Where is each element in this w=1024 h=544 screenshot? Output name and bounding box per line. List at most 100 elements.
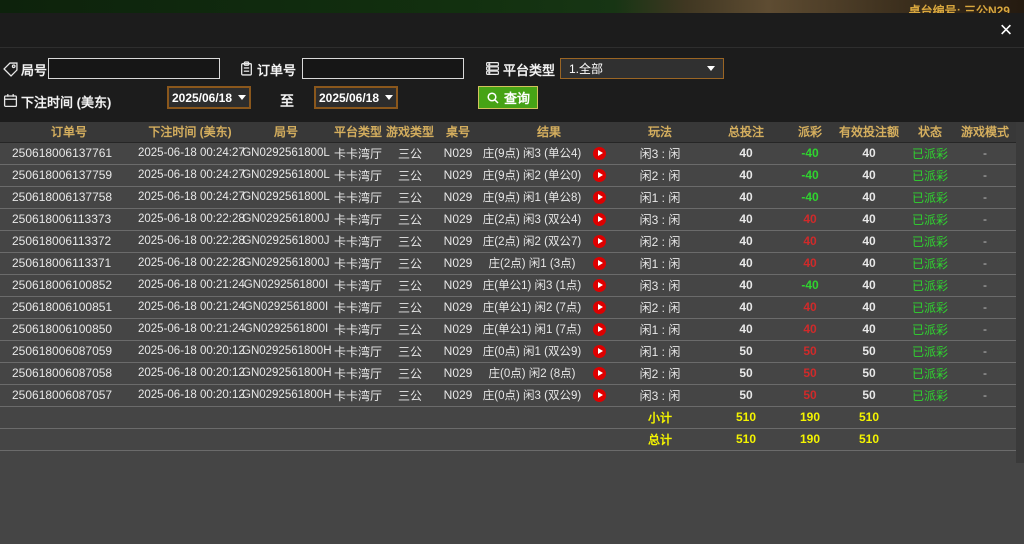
round-number-label: 局号 <box>21 60 47 79</box>
cell-status: 已派彩 <box>906 230 954 252</box>
platform-type-select[interactable]: 1.全部 <box>560 58 724 79</box>
cell-game-type: 三公 <box>386 230 434 252</box>
replay-icon[interactable] <box>593 147 606 160</box>
cell-total-bet: 40 <box>704 318 788 340</box>
cell-valid-bet: 40 <box>832 274 906 296</box>
replay-icon[interactable] <box>593 389 606 402</box>
cell-platform: 卡卡湾厅 <box>330 340 386 362</box>
cell-total-bet: 40 <box>704 230 788 252</box>
cell-game-type: 三公 <box>386 362 434 384</box>
cell-order: 250618006137761 <box>0 142 138 164</box>
tag-icon <box>3 62 18 77</box>
cell-time: 2025-06-18 00:24:27 <box>138 164 242 186</box>
cell-play-type: 闲3 : 闲 <box>616 208 704 230</box>
cell-result: 庄(0点) 闲2 (8点) <box>482 362 582 384</box>
cell-game-type: 三公 <box>386 142 434 164</box>
replay-icon[interactable] <box>593 279 606 292</box>
order-number-input[interactable] <box>302 58 464 79</box>
cell-game-type: 三公 <box>386 208 434 230</box>
total-valid-bet: 510 <box>832 428 906 450</box>
cell-valid-bet: 40 <box>832 208 906 230</box>
status-badge: 已派彩 <box>912 235 948 249</box>
replay-icon[interactable] <box>593 301 606 314</box>
cell-valid-bet: 40 <box>832 296 906 318</box>
cell-game-type: 三公 <box>386 340 434 362</box>
cell-payout: 40 <box>788 230 832 252</box>
date-from-picker[interactable]: 2025/06/18 <box>167 86 251 109</box>
cell-total-bet: 40 <box>704 296 788 318</box>
cell-total-bet: 40 <box>704 186 788 208</box>
status-badge: 已派彩 <box>912 147 948 161</box>
table-row: 250618006100851 2025-06-18 00:21:24 GN02… <box>0 296 1016 318</box>
cell-valid-bet: 40 <box>832 252 906 274</box>
table-row: 250618006137761 2025-06-18 00:24:27 GN02… <box>0 142 1016 164</box>
replay-icon[interactable] <box>593 323 606 336</box>
cell-mode: - <box>954 384 1016 406</box>
cell-game-type: 三公 <box>386 274 434 296</box>
cell-round: GN0292561800J <box>242 208 330 230</box>
total-spacer <box>906 428 1016 450</box>
table-row: 250618006087057 2025-06-18 00:20:12 GN02… <box>0 384 1016 406</box>
cell-time: 2025-06-18 00:20:12 <box>138 362 242 384</box>
cell-platform: 卡卡湾厅 <box>330 252 386 274</box>
replay-icon[interactable] <box>593 191 606 204</box>
cell-platform: 卡卡湾厅 <box>330 230 386 252</box>
replay-icon[interactable] <box>593 345 606 358</box>
cell-result: 庄(2点) 闲2 (双公7) <box>482 230 582 252</box>
cell-round: GN0292561800L <box>242 164 330 186</box>
total-payout: 190 <box>788 428 832 450</box>
cell-desk: N029 <box>434 296 482 318</box>
cell-replay <box>582 186 616 208</box>
replay-icon[interactable] <box>593 213 606 226</box>
cell-payout: -40 <box>788 274 832 296</box>
cell-mode: - <box>954 318 1016 340</box>
cell-round: GN0292561800L <box>242 142 330 164</box>
table-row: 250618006113372 2025-06-18 00:22:28 GN02… <box>0 230 1016 252</box>
cell-mode: - <box>954 274 1016 296</box>
subtotal-row: 小计 510 190 510 <box>0 406 1016 428</box>
cell-result: 庄(2点) 闲1 (3点) <box>482 252 582 274</box>
replay-icon[interactable] <box>593 257 606 270</box>
cell-play-type: 闲2 : 闲 <box>616 230 704 252</box>
cell-order: 250618006087058 <box>0 362 138 384</box>
cell-replay <box>582 340 616 362</box>
cell-time: 2025-06-18 00:22:28 <box>138 208 242 230</box>
scrollbar-track[interactable] <box>1016 122 1024 463</box>
cell-result: 庄(2点) 闲3 (双公4) <box>482 208 582 230</box>
cell-play-type: 闲2 : 闲 <box>616 362 704 384</box>
cell-platform: 卡卡湾厅 <box>330 274 386 296</box>
close-icon[interactable]: × <box>994 17 1018 43</box>
cell-game-type: 三公 <box>386 384 434 406</box>
round-number-input[interactable] <box>48 58 220 79</box>
cell-play-type: 闲1 : 闲 <box>616 252 704 274</box>
cell-round: GN0292561800I <box>242 296 330 318</box>
cell-round: GN0292561800L <box>242 186 330 208</box>
clipboard-icon <box>239 61 254 76</box>
cell-total-bet: 50 <box>704 362 788 384</box>
cell-order: 250618006100851 <box>0 296 138 318</box>
cell-desk: N029 <box>434 252 482 274</box>
cell-payout: 50 <box>788 362 832 384</box>
replay-icon[interactable] <box>593 367 606 380</box>
cell-platform: 卡卡湾厅 <box>330 296 386 318</box>
table-row: 250618006113373 2025-06-18 00:22:28 GN02… <box>0 208 1016 230</box>
cell-round: GN0292561800H <box>242 340 330 362</box>
total-label: 总计 <box>616 428 704 450</box>
cell-desk: N029 <box>434 142 482 164</box>
date-to-value: 2025/06/18 <box>319 91 379 105</box>
cell-status: 已派彩 <box>906 362 954 384</box>
cell-replay <box>582 296 616 318</box>
replay-icon[interactable] <box>593 169 606 182</box>
cell-play-type: 闲1 : 闲 <box>616 186 704 208</box>
search-button[interactable]: 查询 <box>478 86 538 109</box>
cell-mode: - <box>954 252 1016 274</box>
cell-desk: N029 <box>434 384 482 406</box>
table-row: 250618006100852 2025-06-18 00:21:24 GN02… <box>0 274 1016 296</box>
cell-mode: - <box>954 340 1016 362</box>
cell-play-type: 闲1 : 闲 <box>616 340 704 362</box>
chevron-down-icon <box>238 95 246 100</box>
cell-game-type: 三公 <box>386 318 434 340</box>
replay-icon[interactable] <box>593 235 606 248</box>
date-to-picker[interactable]: 2025/06/18 <box>314 86 398 109</box>
calendar-icon <box>3 93 18 108</box>
